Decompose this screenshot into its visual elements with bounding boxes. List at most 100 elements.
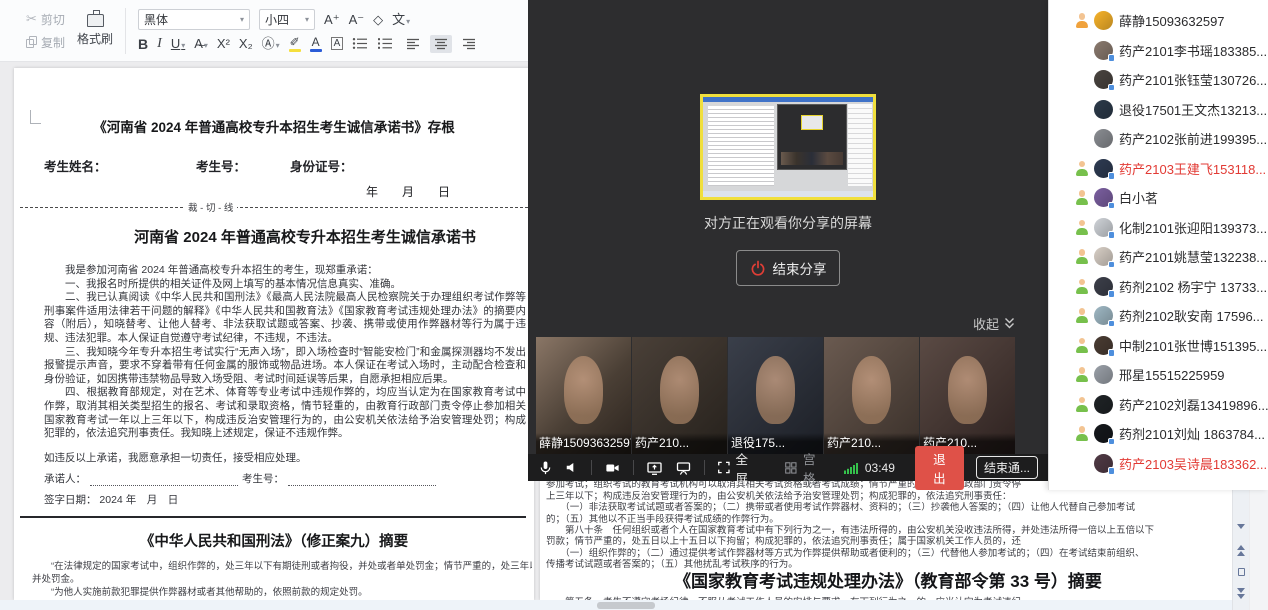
format-painter-label: 格式刷 xyxy=(77,30,113,47)
collapse-button[interactable]: 收起 xyxy=(973,314,1016,333)
avatar xyxy=(1094,247,1113,266)
member-status-icon xyxy=(1075,279,1088,294)
microphone-icon[interactable] xyxy=(538,460,553,476)
subscript-button[interactable]: X₂ xyxy=(239,37,253,50)
highlight-button[interactable]: ✐ xyxy=(289,36,301,52)
participant-row[interactable]: 药产2102刘磊13419896... xyxy=(1049,390,1268,420)
double-chevron-down-icon xyxy=(1003,317,1016,330)
mini-badge-icon xyxy=(1108,349,1116,357)
participant-name: 药剂2102 杨宇宁 13733... xyxy=(1119,277,1268,296)
underline-button[interactable]: U ▾ xyxy=(171,37,185,50)
copy-icon xyxy=(26,36,37,48)
cut-button[interactable]: ✂ 剪切 xyxy=(26,11,65,28)
participant-row[interactable]: 邢星15515225959 xyxy=(1049,360,1268,390)
pinyin-guide-icon[interactable]: 文 ▾ xyxy=(392,13,410,26)
participant-row[interactable]: 药产2103吴诗晨183362... xyxy=(1049,449,1268,479)
document-paragraph: 四、根据教育部规定，对在艺术、体育等专业考试中违规作弊的，均应当认定为在国家教育… xyxy=(44,386,526,440)
participant-row[interactable]: 药剂2101刘灿 1863784... xyxy=(1049,419,1268,449)
speaker-icon[interactable] xyxy=(565,460,579,475)
exit-button[interactable]: 退出 xyxy=(915,446,964,490)
member-status-icon xyxy=(1075,13,1088,28)
avatar xyxy=(1094,11,1113,30)
align-right-button[interactable] xyxy=(458,35,480,53)
participant-row[interactable]: 药剂2102耿安南 17596... xyxy=(1049,301,1268,331)
participant-name: 药产2103王建飞153118... xyxy=(1119,159,1268,178)
document-text-line: 的；（五）其他以不正当手段获得考试成绩的作弊行为。 xyxy=(546,514,1230,525)
document-text-line: （一）组织作弊的；（二）通过提供考试作弊器材等方式为作弊提供帮助或者便利的；（三… xyxy=(546,548,1230,559)
bold-button[interactable]: B xyxy=(138,37,148,51)
participant-row[interactable]: 药产2101姚慧莹132238... xyxy=(1049,242,1268,272)
format-painter-button[interactable]: 格式刷 xyxy=(77,14,113,47)
participant-row[interactable]: 退役17501王文杰13213... xyxy=(1049,95,1268,125)
avatar xyxy=(1094,100,1113,119)
participant-row[interactable]: 药产2103王建飞153118... xyxy=(1049,154,1268,184)
participant-row[interactable]: 药产2102张前进199395... xyxy=(1049,124,1268,154)
superscript-button[interactable]: X² xyxy=(217,37,230,50)
increase-font-button[interactable]: A⁺ xyxy=(324,13,340,26)
member-status-icon xyxy=(1075,426,1088,441)
end-call-button[interactable]: 结束通... xyxy=(976,456,1038,479)
video-tile[interactable]: 药产210... xyxy=(632,337,727,454)
fullscreen-button[interactable]: 全屏 xyxy=(717,449,759,487)
participant-row[interactable]: 药产2101李书瑶183385... xyxy=(1049,36,1268,66)
video-tile[interactable]: 退役175... xyxy=(728,337,823,454)
clear-format-icon[interactable]: ◇ xyxy=(373,13,383,26)
document-text-line: “为他人实施前款犯罪提供作弊器材或者其他帮助的，依照前款的规定处罚。 xyxy=(32,586,532,599)
fullscreen-icon xyxy=(717,460,731,475)
font-name-select[interactable]: 黑体 ▾ xyxy=(138,9,250,30)
video-tile[interactable]: 药产210... xyxy=(824,337,919,454)
align-left-button[interactable] xyxy=(402,35,424,53)
align-center-button[interactable] xyxy=(430,35,452,53)
font-color-button[interactable]: A xyxy=(310,36,322,52)
copy-button[interactable]: 复制 xyxy=(26,34,65,51)
avatar xyxy=(1094,129,1113,148)
video-tile[interactable]: 薛静15093632597 xyxy=(536,337,631,454)
mini-badge-icon xyxy=(1108,438,1116,446)
font-size-select[interactable]: 小四 ▾ xyxy=(259,9,315,30)
mini-badge-icon xyxy=(1108,202,1116,210)
video-tile[interactable]: 药产210... xyxy=(920,337,1015,454)
participant-row[interactable]: 化制2101张迎阳139373... xyxy=(1049,213,1268,243)
signal-bars-icon xyxy=(844,462,860,474)
participant-row[interactable]: 薛静15093632597 xyxy=(1049,6,1268,36)
numbered-list-button[interactable] xyxy=(377,37,393,50)
member-status-icon xyxy=(1075,308,1088,323)
share-screen-icon[interactable] xyxy=(646,460,663,476)
participant-name: 白小茗 xyxy=(1119,188,1268,207)
decrease-font-button[interactable]: A⁻ xyxy=(349,13,365,26)
participant-name: 药产2101姚慧莹132238... xyxy=(1119,247,1268,266)
end-share-button[interactable]: 结束分享 xyxy=(736,250,840,286)
power-icon xyxy=(750,260,766,276)
participant-list-panel: 薛静15093632597 药产2101李书瑶183385... 药产2101张… xyxy=(1048,0,1268,490)
participant-row[interactable]: 中制2101张世博151395... xyxy=(1049,331,1268,361)
participant-row[interactable]: 药剂2102 杨宇宁 13733... xyxy=(1049,272,1268,302)
horizontal-scrollbar-thumb[interactable] xyxy=(597,602,655,609)
enclose-character-button[interactable]: Ⓐ ▾ xyxy=(262,37,280,50)
scissors-icon: ✂ xyxy=(26,11,37,27)
participant-row[interactable]: 白小茗 xyxy=(1049,183,1268,213)
document-text-line: 上三年以下；构成违反治安管理行为的，由公安机关依法给予治安管理处罚；构成犯罪的，… xyxy=(546,491,1230,502)
mini-badge-icon xyxy=(1108,172,1116,180)
participant-row[interactable]: 药产2101张钰莹130726... xyxy=(1049,65,1268,95)
character-border-button[interactable]: A xyxy=(331,37,344,50)
field-candidate-no: 考生号： xyxy=(196,156,246,175)
italic-button[interactable]: I xyxy=(157,37,162,51)
sharing-status-text: 对方正在观看你分享的屏幕 xyxy=(528,213,1048,233)
next-page-icon[interactable] xyxy=(1233,588,1249,599)
share-preview-thumbnail xyxy=(700,94,876,200)
member-status-icon xyxy=(1075,338,1088,353)
participant-name: 中制2101张世博151395... xyxy=(1119,336,1268,355)
scroll-down-icon[interactable] xyxy=(1233,524,1249,529)
avatar xyxy=(1094,306,1113,325)
strikethrough-button[interactable]: A̶ ▾ xyxy=(194,37,208,50)
document-text-line: 传播考试试题或者答案的；（五）其他扰乱考试秩序的行为。 xyxy=(546,559,1230,570)
projector-screen-icon[interactable] xyxy=(675,460,692,476)
previous-page-icon[interactable] xyxy=(1233,545,1249,556)
bullet-list-button[interactable] xyxy=(352,37,368,50)
screen-share-panel: 对方正在观看你分享的屏幕 结束分享 收起 薛静15093632597 药产210… xyxy=(528,0,1048,481)
grid-view-button[interactable]: 宫格 xyxy=(784,449,826,487)
member-status-icon xyxy=(1075,220,1088,235)
select-browse-object-icon[interactable] xyxy=(1233,568,1249,576)
document-text-line: 第八十条 任何组织或者个人在国家教育考试中有下列行为之一，有违法所得的，由公安机… xyxy=(546,525,1230,536)
camera-icon[interactable] xyxy=(604,461,621,475)
